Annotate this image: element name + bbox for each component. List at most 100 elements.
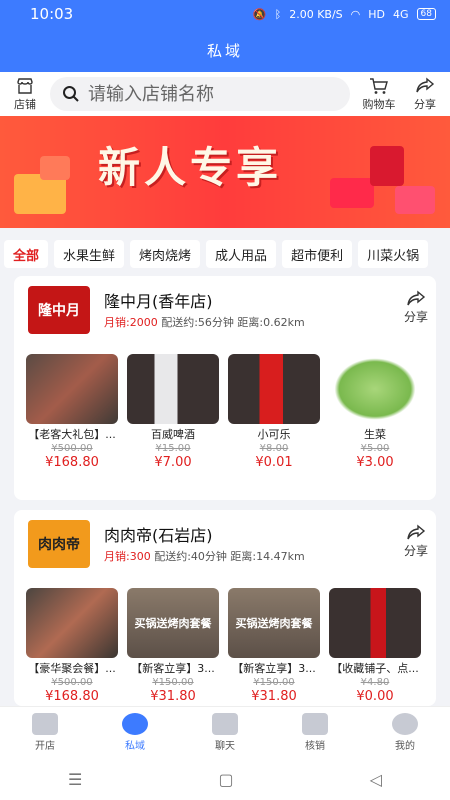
category-tab-fruit[interactable]: 水果生鲜 <box>54 240 125 268</box>
search-input[interactable] <box>88 83 348 105</box>
system-nav-bar: ☰ ▢ ◁ <box>0 758 450 800</box>
category-tab-all[interactable]: 全部 <box>4 240 49 268</box>
shop-logo: 肉肉帝 <box>28 520 90 568</box>
user-icon <box>392 713 418 735</box>
store-icon <box>17 78 33 94</box>
signal-label: 4G <box>393 7 409 21</box>
back-icon[interactable]: ◁ <box>370 770 382 789</box>
product-item[interactable]: 【豪华聚会餐】... ¥500.00 ¥168.80 <box>26 588 118 705</box>
distance: 距离:14.47km <box>230 550 305 563</box>
bluetooth-icon: ᛒ <box>274 7 282 21</box>
home-icon[interactable]: ▢ <box>218 770 233 789</box>
verify-icon <box>302 713 328 735</box>
cart-button[interactable]: 购物车 <box>354 76 404 112</box>
product-original-price: ¥8.00 <box>259 443 289 454</box>
store-icon <box>32 713 58 735</box>
product-item[interactable]: 【收藏铺子、点... ¥4.80 ¥0.00 <box>329 588 421 705</box>
product-item[interactable]: 百威啤酒 ¥15.00 ¥7.00 <box>127 354 219 471</box>
product-item[interactable]: 【老客大礼包】... ¥500.00 ¥168.80 <box>26 354 118 471</box>
search-icon <box>63 86 79 102</box>
nav-open-store[interactable]: 开店 <box>10 713 80 752</box>
chat-icon <box>212 713 238 735</box>
battery-icon: 68 <box>416 8 436 20</box>
product-image <box>228 354 320 424</box>
product-name: 小可乐 <box>257 428 291 441</box>
net-speed: 2.00 KB/S <box>289 7 343 21</box>
product-original-price: ¥5.00 <box>360 443 390 454</box>
product-price: ¥31.80 <box>150 689 196 704</box>
product-original-price: ¥500.00 <box>51 677 93 688</box>
category-tab-adult[interactable]: 成人用品 <box>206 240 277 268</box>
nav-label: 开店 <box>35 741 55 752</box>
monthly-sales: 月销:2000 <box>104 316 158 329</box>
share-icon <box>407 290 426 306</box>
status-icons: 🔕 ᛒ 2.00 KB/S ◠ HD 4G 68 <box>253 8 436 21</box>
product-original-price: ¥4.80 <box>360 677 390 688</box>
bottom-nav: 开店 私域 聊天 核销 我的 <box>0 706 450 758</box>
nav-profile[interactable]: 我的 <box>370 713 440 752</box>
shop-meta: 月销:300 配送约:40分钟 距离:14.47km <box>104 548 305 564</box>
product-price: ¥168.80 <box>45 455 99 470</box>
category-tabs: 全部 水果生鲜 烤肉烧烤 成人用品 超市便利 川菜火锅 <box>4 240 450 268</box>
product-original-price: ¥15.00 <box>155 443 191 454</box>
product-item[interactable]: 买锅送烤肉套餐 【新客立享】3... ¥150.00 ¥31.80 <box>127 588 219 705</box>
product-list: 【豪华聚会餐】... ¥500.00 ¥168.80 买锅送烤肉套餐 【新客立享… <box>26 588 436 705</box>
share-button[interactable]: 分享 <box>404 76 446 112</box>
product-price: ¥0.01 <box>255 455 293 470</box>
product-name: 【豪华聚会餐】... <box>28 662 116 675</box>
shop-share-label: 分享 <box>403 544 428 558</box>
shop-share-button[interactable]: 分享 <box>404 524 428 559</box>
menu-icon[interactable]: ☰ <box>68 770 82 789</box>
product-name: 【收藏铺子、点... <box>331 662 419 675</box>
product-price: ¥7.00 <box>154 455 192 470</box>
product-overlay-text: 买锅送烤肉套餐 <box>134 617 212 630</box>
product-name: 生菜 <box>364 428 386 441</box>
nav-private-domain[interactable]: 私域 <box>100 713 170 752</box>
shop-meta: 月销:2000 配送约:56分钟 距离:0.62km <box>104 314 305 330</box>
product-item[interactable]: 小可乐 ¥8.00 ¥0.01 <box>228 354 320 471</box>
nav-chat[interactable]: 聊天 <box>190 713 260 752</box>
search-box[interactable] <box>50 77 350 111</box>
nav-label: 核销 <box>305 741 325 752</box>
shop-logo: 隆中月 <box>28 286 90 334</box>
shop-name: 肉肉帝(石岩店) <box>104 526 213 545</box>
product-item[interactable]: 买锅送烤肉套餐 【新客立享】3... ¥150.00 ¥31.80 <box>228 588 320 705</box>
store-button[interactable]: 店铺 <box>0 76 50 112</box>
product-price: ¥3.00 <box>356 455 394 470</box>
nav-label: 我的 <box>395 741 415 752</box>
red-envelope-decoration <box>370 146 404 186</box>
shop-card[interactable]: 隆中月 隆中月(香年店) 月销:2000 配送约:56分钟 距离:0.62km … <box>14 276 436 500</box>
gift-box-decoration <box>40 156 70 180</box>
red-envelope-decoration <box>330 178 374 208</box>
product-price: ¥0.00 <box>356 689 394 704</box>
category-tab-hotpot[interactable]: 川菜火锅 <box>358 240 429 268</box>
hd-badge: HD <box>368 7 386 21</box>
gift-box-decoration <box>14 174 66 214</box>
share-icon <box>407 524 426 540</box>
category-tab-supermarket[interactable]: 超市便利 <box>282 240 353 268</box>
status-time: 10:03 <box>30 5 74 23</box>
product-image <box>127 354 219 424</box>
product-price: ¥168.80 <box>45 689 99 704</box>
promo-banner[interactable]: 新人专享 <box>0 116 450 228</box>
product-item[interactable]: 生菜 ¥5.00 ¥3.00 <box>329 354 421 471</box>
product-name: 【新客立享】3... <box>131 662 215 675</box>
category-tab-bbq[interactable]: 烤肉烧烤 <box>130 240 201 268</box>
product-price: ¥31.80 <box>251 689 297 704</box>
share-label: 分享 <box>414 98 436 111</box>
red-envelope-decoration <box>395 186 435 214</box>
product-overlay-text: 买锅送烤肉套餐 <box>235 617 313 630</box>
product-original-price: ¥150.00 <box>253 677 295 688</box>
nav-verify[interactable]: 核销 <box>280 713 350 752</box>
product-image <box>329 588 421 658</box>
header: 10:03 🔕 ᛒ 2.00 KB/S ◠ HD 4G 68 私域 <box>0 0 450 72</box>
distance: 距离:0.62km <box>237 316 305 329</box>
page-title: 私域 <box>206 41 243 60</box>
product-list: 【老客大礼包】... ¥500.00 ¥168.80 百威啤酒 ¥15.00 ¥… <box>26 354 436 471</box>
shop-card[interactable]: 肉肉帝 肉肉帝(石岩店) 月销:300 配送约:40分钟 距离:14.47km … <box>14 510 436 706</box>
banner-title: 新人专享 <box>98 143 283 192</box>
product-original-price: ¥150.00 <box>152 677 194 688</box>
product-image <box>26 588 118 658</box>
shop-share-button[interactable]: 分享 <box>404 290 428 325</box>
wifi-icon: ◠ <box>350 7 361 21</box>
